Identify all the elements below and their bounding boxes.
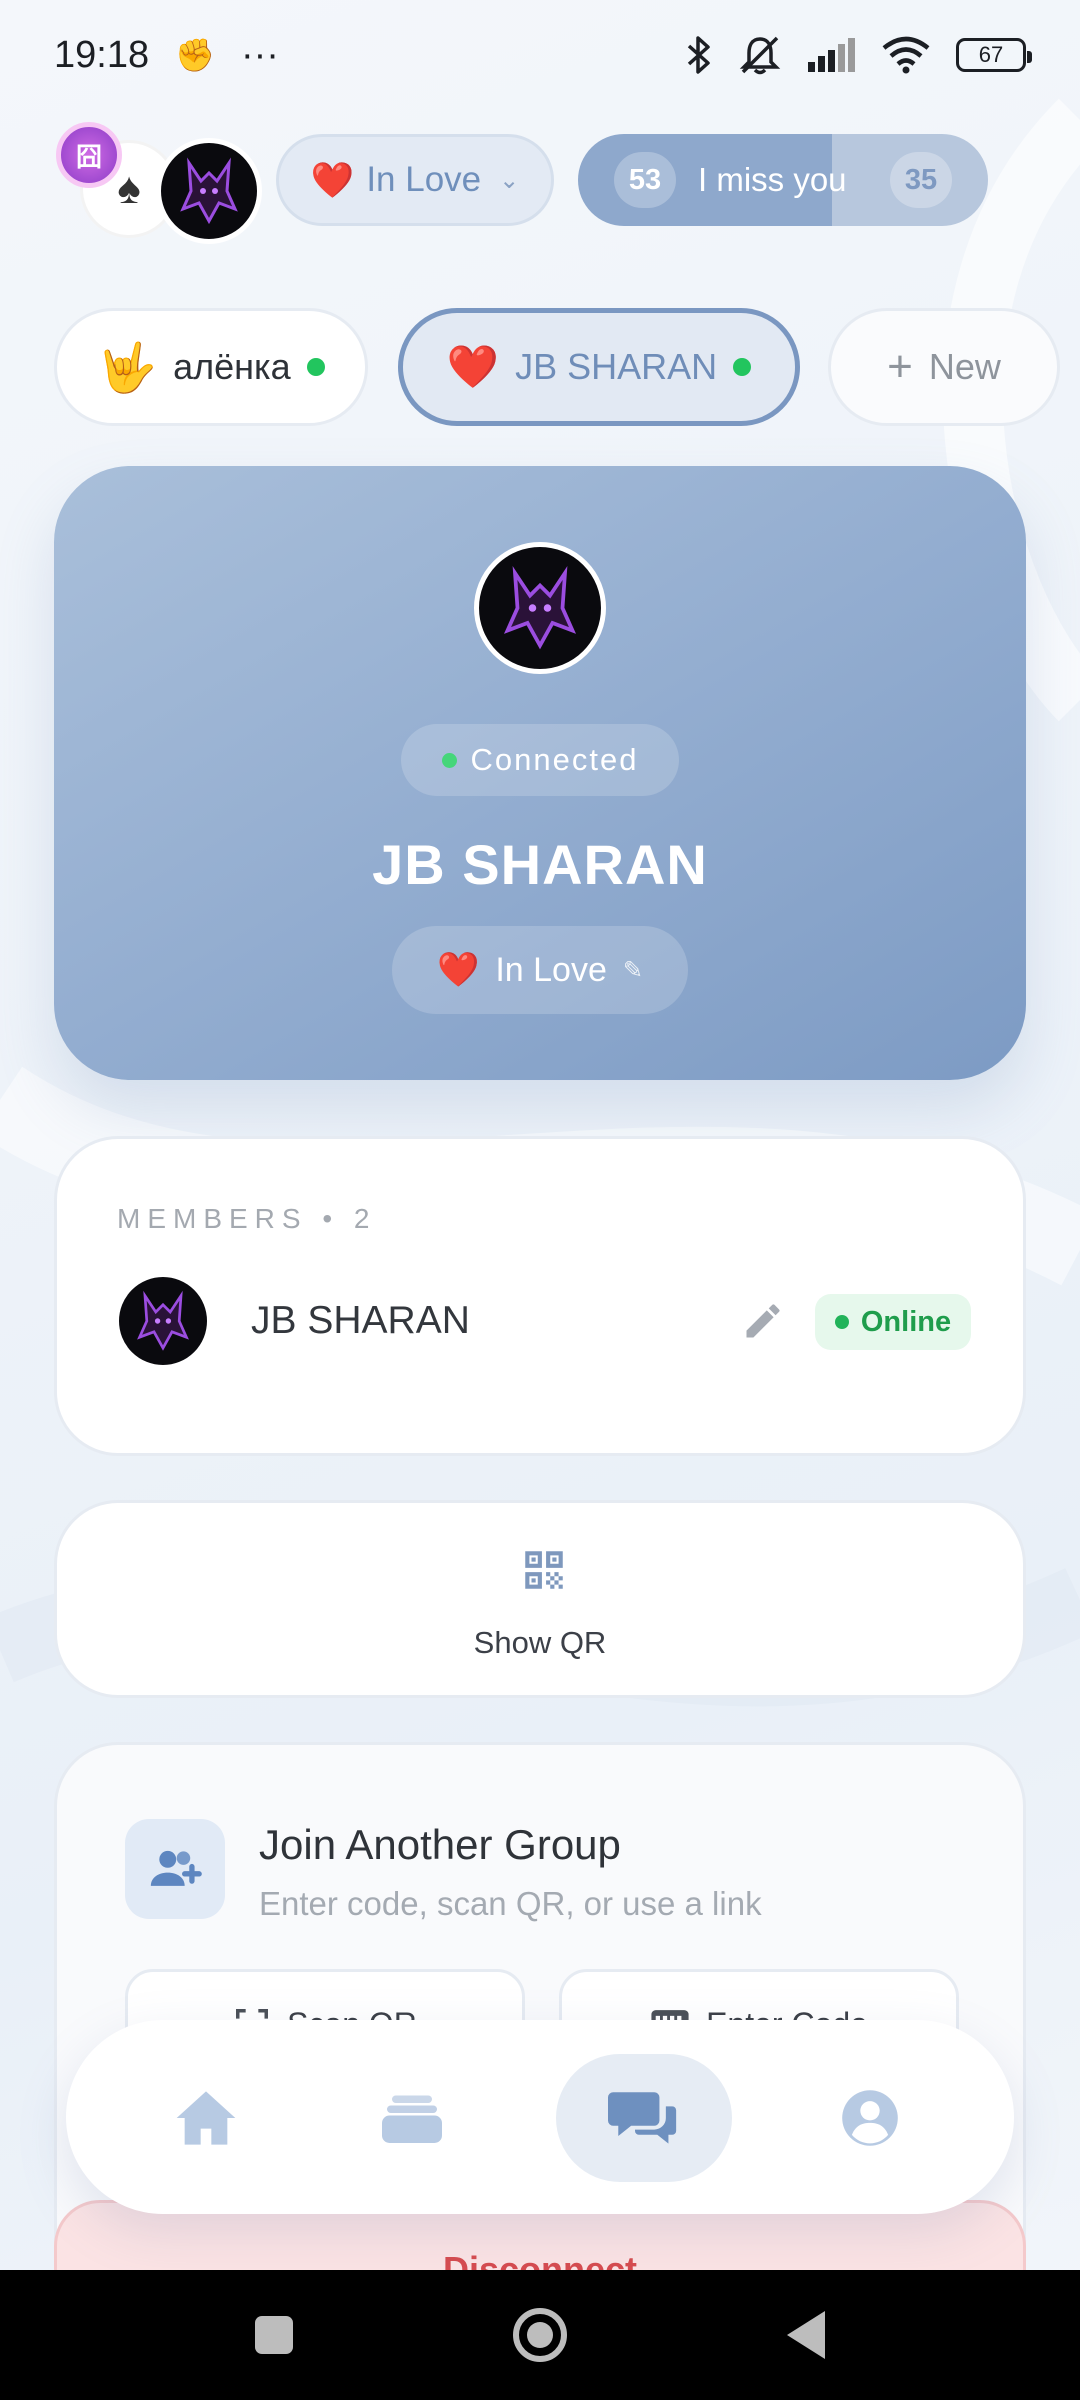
tab-new-group[interactable]: + New: [828, 308, 1060, 426]
join-subtitle: Enter code, scan QR, or use a link: [259, 1885, 762, 1922]
online-dot: [733, 358, 752, 376]
status-time: 19:18: [54, 33, 150, 76]
battery-icon: 67: [956, 38, 1032, 72]
nav-cards[interactable]: [324, 2054, 500, 2182]
status-dot: [441, 752, 457, 768]
mood-selector[interactable]: ❤️ In Love ⌄: [276, 134, 554, 226]
recents-button[interactable]: [255, 2316, 293, 2354]
nav-home[interactable]: [118, 2054, 294, 2182]
member-status: Online: [860, 1305, 952, 1338]
home-icon: [176, 2091, 236, 2145]
members-card: MEMBERS • 2 JB SHARAN Online: [54, 1136, 1026, 1456]
tab-label: JB SHARAN: [515, 346, 718, 387]
partner-name: JB SHARAN: [372, 833, 708, 896]
add-user-icon: [125, 1819, 225, 1919]
wolf-icon: [137, 1290, 189, 1351]
heart-icon: ❤️: [446, 342, 500, 390]
miss-count-sent: 53: [614, 152, 676, 208]
pencil-icon: ✎: [622, 956, 643, 984]
bell-muted-icon: [739, 36, 781, 75]
online-dot: [306, 358, 325, 376]
mood-label: In Love: [366, 160, 482, 199]
miss-you-label: I miss you: [698, 161, 847, 198]
connection-status-badge: Connected: [401, 724, 679, 796]
card-glyph: ♠: [117, 164, 141, 213]
wolf-icon: [180, 157, 238, 225]
chevron-down-icon: ⌄: [499, 166, 520, 194]
wolf-icon: [503, 566, 577, 650]
member-name: JB SHARAN: [251, 1299, 470, 1342]
system-navigation-bar: [0, 2270, 1080, 2400]
badge-glyph: 囧: [75, 141, 102, 172]
tab-alenka[interactable]: 🤟 алёнка: [54, 308, 368, 426]
member-avatar: [115, 1273, 211, 1369]
tab-jb-sharan[interactable]: ❤️ JB SHARAN: [398, 308, 800, 426]
members-title: MEMBERS • 2: [117, 1203, 377, 1234]
edit-pencil-icon[interactable]: [741, 1299, 785, 1343]
show-qr-button[interactable]: Show QR: [54, 1500, 1026, 1698]
group-tabs: 🤟 алёнка ❤️ JB SHARAN + New: [54, 306, 1080, 428]
partner-card: Connected JB SHARAN ❤️ In Love ✎: [54, 466, 1026, 1080]
chat-icon: [608, 2092, 679, 2149]
hand-icon: ✊: [175, 37, 215, 73]
connection-status: Connected: [470, 742, 639, 777]
heart-icon: ❤️: [310, 160, 355, 200]
partner-mood-label: In Love: [495, 950, 607, 989]
plus-icon: +: [887, 342, 913, 391]
miss-you-button[interactable]: 53 I miss you 35: [578, 134, 988, 226]
home-button[interactable]: [513, 2308, 567, 2362]
avatar-stack[interactable]: ♠ 囧: [54, 118, 264, 244]
tab-label: New: [928, 346, 1001, 387]
partner-mood-button[interactable]: ❤️ In Love ✎: [392, 926, 688, 1014]
group-badge-icon: 囧: [56, 122, 122, 188]
wifi-icon: [882, 36, 930, 74]
status-dot: [834, 1315, 849, 1329]
bottom-navigation: [66, 2020, 1014, 2214]
nav-chat[interactable]: [556, 2054, 732, 2182]
signal-icon: [808, 38, 855, 72]
profile-icon: [842, 2090, 898, 2146]
qr-code-icon: [525, 1551, 563, 1589]
miss-count-received: 35: [890, 152, 952, 208]
status-bar: 19:18 ✊ ··· 67: [0, 0, 1080, 110]
tab-label: алёнка: [173, 346, 291, 387]
nav-profile[interactable]: [782, 2054, 958, 2182]
cards-icon: [382, 2095, 442, 2143]
heart-icon: ❤️: [437, 951, 480, 989]
wolf-avatar: [156, 138, 262, 244]
join-title: Join Another Group: [259, 1821, 621, 1868]
online-status-badge: Online: [815, 1294, 971, 1350]
back-button[interactable]: [787, 2311, 825, 2359]
rock-hand-icon: 🤟: [97, 341, 158, 395]
partner-avatar[interactable]: [474, 542, 606, 674]
show-qr-label: Show QR: [473, 1625, 607, 1660]
battery-level: 67: [978, 42, 1004, 67]
bluetooth-icon: [687, 36, 710, 74]
status-more: ···: [240, 33, 279, 76]
people-plus-icon: [150, 1850, 202, 1886]
header: ♠ 囧 ❤️ In Love ⌄ 53 I miss you 35: [54, 118, 1026, 244]
